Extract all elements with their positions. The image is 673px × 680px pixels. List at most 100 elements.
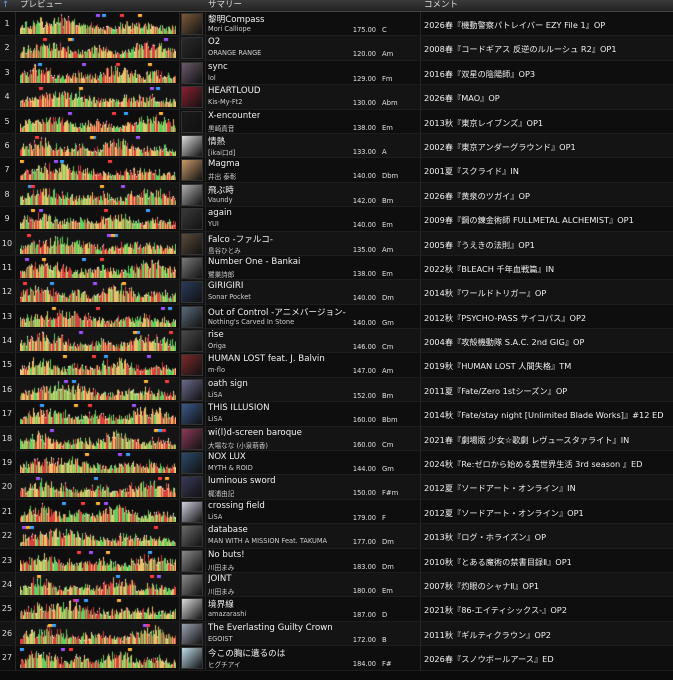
track-comment: 2014秋『ワールドトリガー』OP (424, 288, 547, 299)
waveform-preview[interactable] (20, 331, 176, 352)
track-row[interactable]: 1 黎明Compass Mori Calliope 175.00 C 2026春… (0, 12, 673, 37)
track-row[interactable]: 26 The Everlasting Guilty Crown EGOIST 1… (0, 621, 673, 647)
column-header-comment[interactable]: コメント (424, 0, 458, 11)
waveform-preview[interactable] (20, 257, 176, 278)
waveform-preview[interactable] (20, 550, 176, 571)
track-row[interactable]: 22 database MAN WITH A MISSION Feat. TAK… (0, 524, 673, 549)
track-bpm: 144.00 (352, 465, 376, 474)
waveform-preview[interactable] (20, 184, 176, 205)
track-artist: 島谷ひとみ (208, 246, 241, 255)
track-number: 5 (4, 116, 10, 126)
waveform-preview[interactable] (20, 355, 176, 376)
track-number: 25 (1, 604, 13, 614)
track-row[interactable]: 15 HUMAN LOST feat. J. Balvin m-flo 147.… (0, 353, 673, 378)
waveform-preview[interactable] (20, 306, 176, 327)
waveform-preview[interactable] (20, 453, 176, 474)
track-comment: 2013秋『東京レイブンズ』OP1 (424, 117, 544, 128)
album-artwork (181, 256, 203, 279)
track-key: C (382, 26, 387, 34)
track-number: 2 (4, 43, 10, 53)
track-key: Gm (382, 465, 394, 474)
track-title: GIRIGIRI (208, 281, 244, 292)
album-artwork (181, 86, 203, 109)
track-title: 情熱 (208, 136, 226, 147)
album-artwork (181, 37, 203, 60)
track-key: D (382, 611, 388, 620)
track-number: 26 (1, 628, 13, 638)
track-row[interactable]: 18 wi(l)d-screen baroque 大場なな (小泉萌香) 160… (0, 426, 673, 452)
track-artist: LiSA (208, 390, 223, 399)
track-row[interactable]: 6 情熱 [ikai口d] 133.00 A 2002春『東京アンダーグラウンド… (0, 133, 673, 159)
track-number: 20 (1, 482, 13, 492)
track-bpm: 160.00 (352, 440, 376, 449)
waveform-preview[interactable] (20, 282, 176, 303)
waveform-preview[interactable] (20, 648, 176, 669)
track-bpm: 150.00 (352, 489, 376, 498)
track-bpm: 146.00 (352, 343, 376, 352)
track-row[interactable]: 25 境界線 amazarashi 187.00 D 2021秋『86-エイティ… (0, 597, 673, 622)
track-row[interactable]: 17 THIS ILLUSION LiSA 160.00 Bbm 2014秋『F… (0, 402, 673, 427)
track-row[interactable]: 16 oath sign LiSA 152.00 Bm 2011夏『Fate/Z… (0, 377, 673, 403)
track-bpm: 152.00 (352, 391, 376, 400)
waveform-preview[interactable] (20, 209, 176, 230)
track-row[interactable]: 13 Out of Control -アニメバージョン- Nothing's C… (0, 304, 673, 330)
sort-arrow-icon[interactable]: ↑ (2, 0, 9, 11)
track-comment: 2019秋『HUMAN LOST 人間失格』TM (424, 361, 572, 372)
track-row[interactable]: 4 HEARTLOUD Kis-My-Ft2 130.00 Abm 2026春『… (0, 85, 673, 110)
track-row[interactable]: 24 JOINT 川田まみ 180.00 Em 2007秋『灼眼のシャナⅡ』OP… (0, 572, 673, 598)
track-row[interactable]: 8 飛ぶ時 Vaundy 142.00 Bm 2026春『黄泉のツガイ』OP (0, 182, 673, 208)
waveform-preview[interactable] (20, 62, 176, 83)
track-artist: 梶浦由記 (208, 490, 235, 499)
track-artist: 川田まみ (208, 587, 235, 596)
track-row[interactable]: 14 rise Origa 146.00 Cm 2004春『攻殻機動隊 S.A.… (0, 329, 673, 354)
track-comment: 2024秋『Re:ゼロから始める異世界生活 3rd season 』ED (424, 459, 643, 470)
waveform-preview[interactable] (20, 160, 176, 181)
track-row[interactable]: 9 again YUI 140.00 Em 2009春『鋼の錬金術師 FULLM… (0, 207, 673, 232)
waveform-preview[interactable] (20, 135, 176, 156)
track-title: database (208, 525, 248, 536)
track-artist: amazarashi (208, 610, 247, 619)
track-row[interactable]: 3 sync lol 129.00 Fm 2016春『双星の陰陽師』OP3 (0, 60, 673, 86)
track-comment: 2016春『双星の陰陽師』OP3 (424, 68, 536, 79)
track-number: 10 (1, 238, 13, 248)
track-title: rise (208, 330, 224, 341)
album-artwork (181, 110, 203, 133)
waveform-preview[interactable] (20, 14, 176, 34)
track-row[interactable]: 7 Magma 井出 泰彰 140.00 Dbm 2001夏『スクライド』IN (0, 158, 673, 183)
track-row[interactable]: 10 Falco -ファルコ- 島谷ひとみ 135.00 Am 2005春『うえ… (0, 231, 673, 256)
waveform-preview[interactable] (20, 379, 176, 400)
track-row[interactable]: 23 No buts! 川田まみ 183.00 Dm 2010秋『とある魔術の禁… (0, 548, 673, 573)
track-artist: LiSA (208, 512, 223, 521)
waveform-preview[interactable] (20, 38, 176, 59)
album-artwork (181, 232, 203, 255)
track-number: 22 (1, 531, 13, 541)
track-artist: m-flo (208, 366, 225, 375)
waveform-preview[interactable] (20, 87, 176, 108)
waveform-preview[interactable] (20, 404, 176, 425)
waveform-preview[interactable] (20, 111, 176, 132)
waveform-preview[interactable] (20, 574, 176, 595)
track-row[interactable]: 11 Number One - Bankai 鷺巣詩郎 138.00 Em 20… (0, 255, 673, 281)
track-row[interactable]: 21 crossing field LiSA 179.00 F 2012夏『ソー… (0, 499, 673, 525)
waveform-preview[interactable] (20, 501, 176, 522)
track-row[interactable]: 20 luminous sword 梶浦由記 150.00 F#m 2012夏『… (0, 475, 673, 500)
column-header-summary[interactable]: サマリー (208, 0, 242, 11)
track-title: oath sign (208, 378, 248, 389)
waveform-preview[interactable] (20, 428, 176, 449)
track-row[interactable]: 27 今この胸に遺るのは ヒグチアイ 184.00 F# 2026春『スノウボー… (0, 646, 673, 671)
track-comment: 2021秋『86-エイティシックス-』OP2 (424, 605, 567, 616)
album-artwork (181, 573, 203, 596)
track-artist: Origa (208, 342, 226, 351)
waveform-preview[interactable] (20, 233, 176, 254)
track-key: F# (382, 660, 392, 669)
track-row[interactable]: 12 GIRIGIRI Sonar Pocket 140.00 Dm 2014秋… (0, 280, 673, 305)
track-row[interactable]: 19 NOX LUX MYTH & ROID 144.00 Gm 2024秋『R… (0, 451, 673, 476)
waveform-preview[interactable] (20, 477, 176, 498)
track-number: 11 (1, 262, 13, 272)
track-row[interactable]: 5 X-encounter 黒崎真音 138.00 Em 2013秋『東京レイブ… (0, 109, 673, 134)
waveform-preview[interactable] (20, 526, 176, 547)
column-header-preview[interactable]: プレビュー (20, 0, 63, 11)
waveform-preview[interactable] (20, 623, 176, 644)
waveform-preview[interactable] (20, 599, 176, 620)
track-row[interactable]: 2 O2 ORANGE RANGE 120.00 Am 2008春『コードギアス… (0, 36, 673, 61)
